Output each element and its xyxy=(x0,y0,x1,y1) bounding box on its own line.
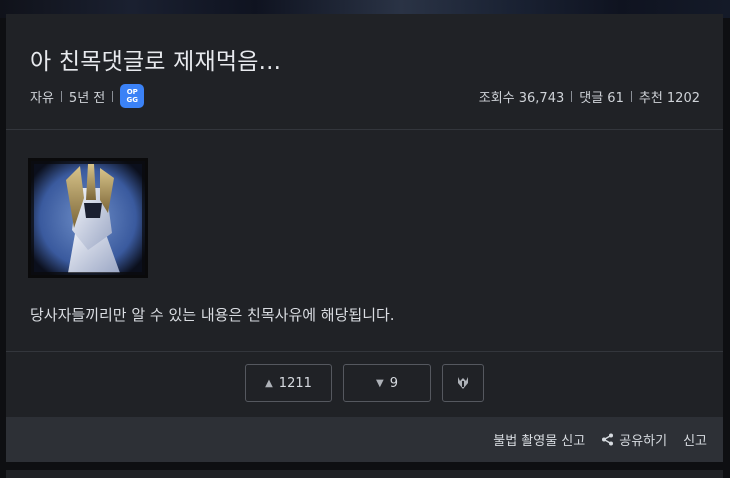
meta-separator xyxy=(630,90,632,102)
post-image xyxy=(28,158,148,278)
report-illegal-link[interactable]: 불법 촬영물 신고 xyxy=(493,430,585,449)
triangle-up-icon: ▲ xyxy=(265,377,273,389)
vote-buttons: ▲ 1211 ▼ 9 xyxy=(245,364,484,402)
upvote-count: 1211 xyxy=(278,375,312,391)
opgg-badge-icon: OP GG xyxy=(120,84,145,108)
view-count: 조회수 36,743 xyxy=(478,90,565,106)
post-card: 아 친목댓글로 제재먹음... 자유 5년 전 OP GG 조회수 36,743… xyxy=(6,14,723,462)
downvote-count: 9 xyxy=(389,375,398,391)
post-stats: 조회수 36,743 댓글 61 추천 1202 xyxy=(479,84,700,108)
next-card xyxy=(6,470,723,478)
share-label: 공유하기 xyxy=(619,434,668,449)
post-meta: 자유 5년 전 OP GG xyxy=(30,84,145,108)
recommend-count: 추천 1202 xyxy=(638,90,700,106)
triangle-down-icon: ▼ xyxy=(376,377,384,389)
award-button[interactable] xyxy=(442,364,484,402)
category-label[interactable]: 자유 xyxy=(30,87,54,106)
post-footer: 불법 촬영물 신고 공유하기 신고 xyxy=(6,417,723,462)
share-button[interactable]: 공유하기 xyxy=(601,430,667,449)
report-link[interactable]: 신고 xyxy=(683,430,707,449)
comment-count: 댓글 61 xyxy=(579,90,624,106)
meta-separator xyxy=(60,90,62,102)
header-divider xyxy=(6,129,723,130)
post-body: 당사자들끼리만 알 수 있는 내용은 친목사유에 해당됩니다. xyxy=(30,306,395,324)
meta-separator xyxy=(112,90,114,102)
champion-portrait-icon xyxy=(28,158,148,278)
upvote-button[interactable]: ▲ 1211 xyxy=(245,364,332,402)
content-divider xyxy=(6,351,723,352)
post-title: 아 친목댓글로 제재먹음... xyxy=(30,49,282,75)
meta-separator xyxy=(571,90,573,102)
badge-text: OP GG xyxy=(126,88,139,104)
downvote-button[interactable]: ▼ 9 xyxy=(343,364,431,402)
time-ago: 5년 전 xyxy=(68,90,106,106)
crest-icon xyxy=(458,377,468,389)
share-icon xyxy=(602,433,614,446)
